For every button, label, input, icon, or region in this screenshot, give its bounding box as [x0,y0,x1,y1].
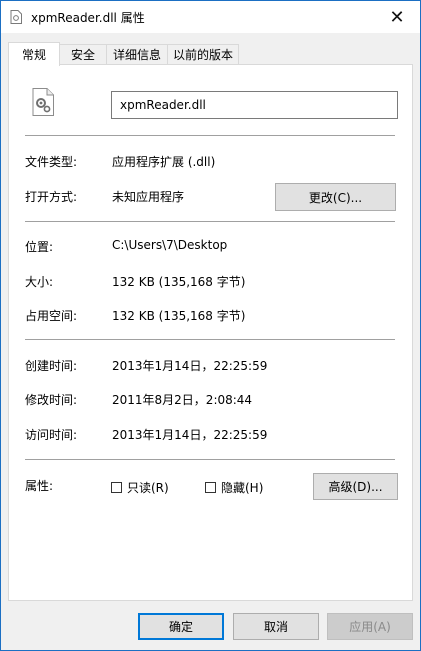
checkbox-box[interactable] [205,482,216,493]
file-icon [10,10,22,24]
hidden-checkbox[interactable]: 隐藏(H) [205,479,263,496]
location-label: 位置: [25,240,54,254]
accessed-label: 访问时间: [25,428,78,442]
modified-label: 修改时间: [25,393,78,407]
tab-label: 详细信息 [112,48,161,62]
attributes-label: 属性: [25,479,54,493]
divider [25,339,395,340]
tab-label: 以前的版本 [172,48,233,62]
size-on-disk-value: 132 KB (135,168 字节) [112,309,246,323]
advanced-button-label: 高级(D)... [328,480,383,494]
dll-file-icon [31,88,55,116]
general-panel: 文件类型: 应用程序扩展 (.dll) 打开方式: 未知应用程序 更改(C)..… [8,64,413,601]
ok-button-label: 确定 [168,620,193,634]
tab-label: 安全 [70,48,95,62]
file-type-value: 应用程序扩展 (.dll) [112,155,216,169]
open-with-value: 未知应用程序 [112,190,185,204]
open-with-label: 打开方式: [25,190,78,204]
size-on-disk-label: 占用空间: [25,309,78,323]
title-bar[interactable]: xpmReader.dll 属性 ✕ [1,1,420,33]
cancel-button-label: 取消 [263,620,288,634]
apply-button-label: 应用(A) [349,620,391,634]
tab-general[interactable]: 常规 [8,42,60,66]
readonly-label: 只读(R) [127,481,169,495]
location-value: C:\Users\7\Desktop [112,238,228,252]
hidden-label: 隐藏(H) [221,481,264,495]
tab-previous-versions[interactable]: 以前的版本 [167,44,239,64]
window-title: xpmReader.dll 属性 [31,11,145,25]
divider [25,459,395,460]
created-value: 2013年1月14日，22:25:59 [112,359,268,373]
file-type-label: 文件类型: [25,155,78,169]
checkbox-box[interactable] [111,482,122,493]
ok-button[interactable]: 确定 [138,613,224,640]
readonly-checkbox[interactable]: 只读(R) [111,479,169,496]
tab-label: 常规 [21,48,46,62]
size-label: 大小: [25,275,54,289]
modified-value: 2011年8月2日，2:08:44 [112,393,253,407]
accessed-value: 2013年1月14日，22:25:59 [112,428,268,442]
apply-button: 应用(A) [327,613,413,640]
cancel-button[interactable]: 取消 [233,613,319,640]
file-name-input[interactable] [111,91,398,119]
divider [25,135,395,136]
properties-window: xpmReader.dll 属性 ✕ 常规 安全 详细信息 以前的版本 xpmR… [0,0,421,651]
created-label: 创建时间: [25,359,78,373]
close-button[interactable]: ✕ [374,1,420,33]
size-value: 132 KB (135,168 字节) [112,275,246,289]
change-button[interactable]: 更改(C)... [275,183,396,211]
tab-security[interactable]: 安全 [59,44,107,64]
divider [25,221,395,222]
change-button-label: 更改(C)... [308,190,363,205]
tab-details[interactable]: 详细信息 [106,44,168,64]
close-icon: ✕ [389,6,405,28]
advanced-button[interactable]: 高级(D)... [313,473,398,500]
